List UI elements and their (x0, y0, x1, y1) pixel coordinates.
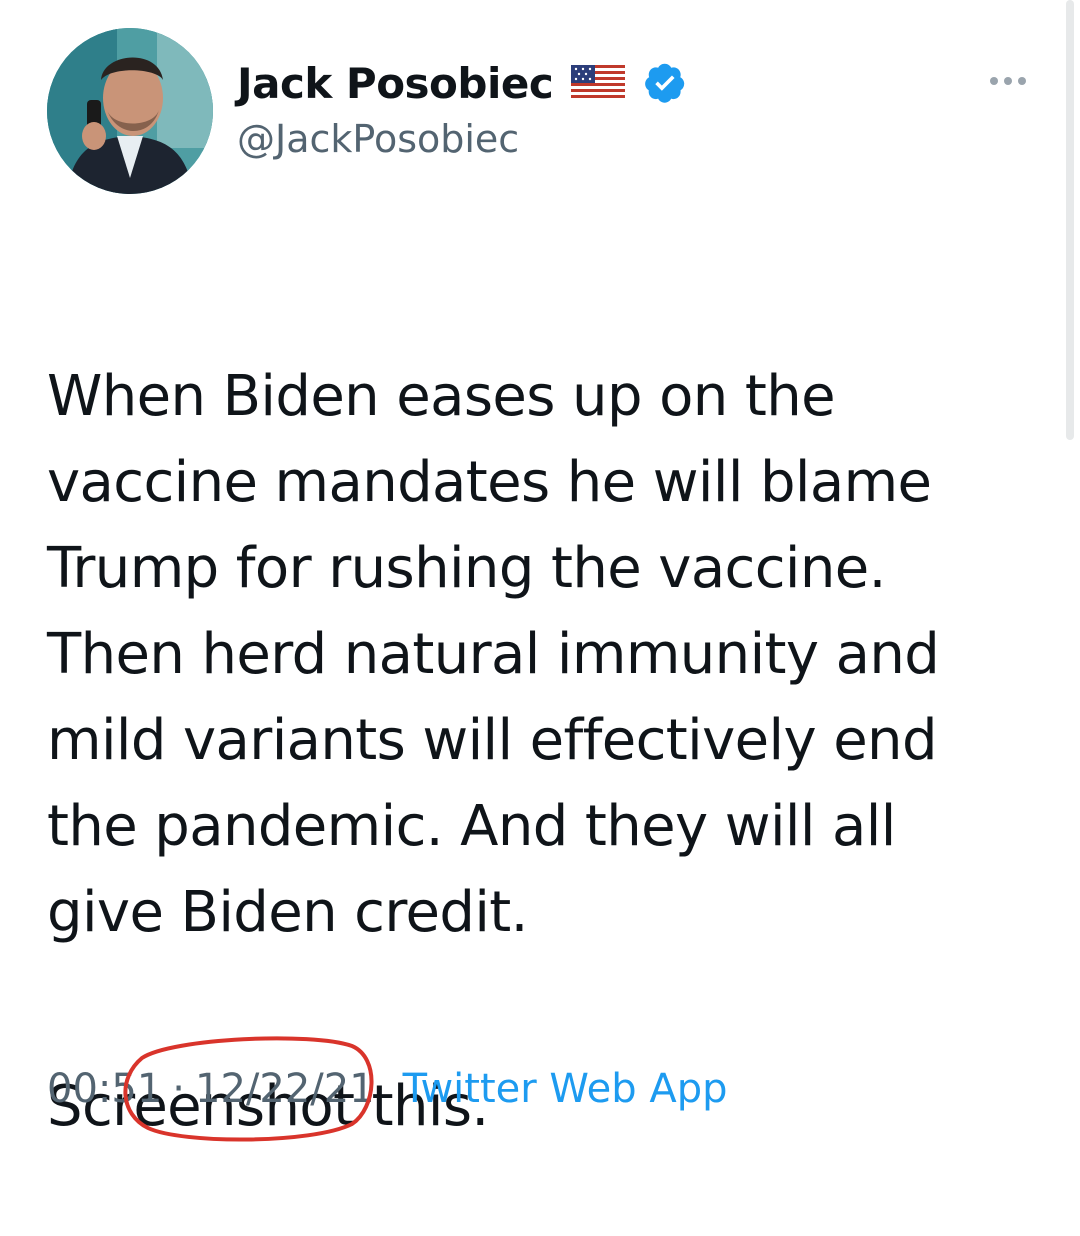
display-name-row: Jack Posobiec (237, 55, 687, 111)
avatar-photo (47, 28, 213, 194)
more-options-icon (990, 77, 998, 85)
author-header: Jack Posobiec @JackPosobiec (237, 55, 687, 161)
tweet-card: Jack Posobiec @JackPosobiec When Biden e… (0, 0, 1080, 1146)
tweet-paragraph: When Biden eases up on the vaccine manda… (47, 364, 940, 945)
more-options-button[interactable] (982, 64, 1034, 98)
date-wrapper: · 12/22/21 (123, 1036, 375, 1142)
handle[interactable]: @JackPosobiec (237, 117, 687, 161)
display-name[interactable]: Jack Posobiec (237, 59, 554, 108)
tweet-date[interactable]: 12/22/21 (195, 1066, 375, 1112)
more-options-dot (1004, 77, 1012, 85)
more-options-dot (1018, 77, 1026, 85)
avatar[interactable] (47, 28, 213, 194)
tweet-meta: 00:51 · 12/22/21 Twitter Web App (47, 1036, 728, 1142)
source-link[interactable]: Twitter Web App (403, 1066, 728, 1112)
meta-separator: · (172, 1066, 185, 1112)
tweet-time[interactable]: 00:51 (47, 1066, 162, 1112)
scrollbar[interactable] (1066, 0, 1074, 440)
us-flag-icon (571, 65, 626, 101)
verified-badge-icon (643, 61, 687, 105)
